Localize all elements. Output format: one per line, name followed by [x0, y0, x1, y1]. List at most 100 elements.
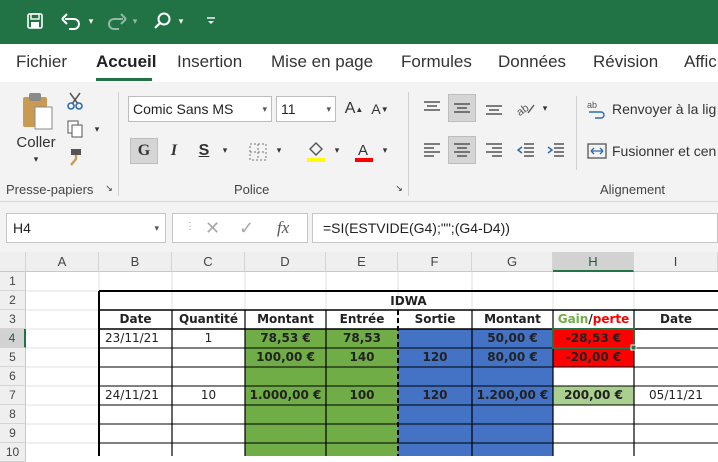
font-size-value: 11: [281, 101, 296, 117]
font-size-select[interactable]: 11 ▾: [276, 96, 336, 122]
group-separator: [408, 92, 409, 196]
merge-center-icon[interactable]: [586, 140, 608, 162]
header-entree[interactable]: Entrée: [326, 310, 398, 329]
align-right-icon[interactable]: [482, 138, 506, 162]
align-top-icon[interactable]: [420, 96, 444, 120]
align-left-icon[interactable]: [420, 138, 444, 162]
cell-h5[interactable]: -20,00 €: [553, 348, 634, 367]
copy-dropdown-icon[interactable]: ▾: [92, 124, 102, 134]
name-box-dropdown-icon[interactable]: ▾: [154, 214, 159, 242]
cell-i7[interactable]: 05/11/21: [634, 386, 718, 405]
grow-font-button[interactable]: A ▲: [344, 98, 364, 120]
bold-button[interactable]: G: [130, 138, 158, 164]
alignment-group-label: Alignement: [600, 182, 666, 197]
undo-dropdown-icon[interactable]: ▾: [86, 9, 96, 33]
header-sortie[interactable]: Sortie: [398, 310, 472, 329]
cell-d7[interactable]: 1.000,00 €: [245, 386, 326, 405]
fill-color-dropdown-icon[interactable]: ▾: [332, 144, 342, 156]
borders-icon[interactable]: [246, 140, 270, 164]
header-date[interactable]: Date: [99, 310, 172, 329]
cell-b7[interactable]: 24/11/21: [99, 386, 172, 405]
fill-color-icon[interactable]: [304, 140, 328, 164]
cell-d4[interactable]: 78,53 €: [245, 329, 326, 348]
cell-h7[interactable]: 200,00 €: [553, 386, 634, 405]
tab-formules[interactable]: Formules: [401, 52, 472, 72]
clipboard-launcher-icon[interactable]: ↘: [104, 183, 114, 193]
wrap-text-icon[interactable]: ab: [586, 98, 608, 120]
font-name-select[interactable]: Comic Sans MS ▾: [128, 96, 272, 122]
tab-insertion[interactable]: Insertion: [177, 52, 242, 72]
cell-i4[interactable]: [634, 329, 718, 348]
paste-button[interactable]: Coller: [12, 132, 60, 152]
font-launcher-icon[interactable]: ↘: [394, 183, 404, 193]
name-box[interactable]: H4 ▾: [6, 213, 166, 243]
font-group-label: Police: [234, 182, 270, 197]
cell-g7[interactable]: 1.200,00 €: [472, 386, 553, 405]
formula-input[interactable]: =SI(ESTVIDE(G4);"";(G4-D4)): [312, 213, 718, 243]
tab-accueil[interactable]: Accueil: [96, 52, 156, 72]
header-date-2[interactable]: Date: [634, 310, 718, 329]
customize-toolbar-icon[interactable]: [204, 9, 218, 33]
align-center-icon[interactable]: [448, 136, 476, 164]
formula-options-icon[interactable]: ⋮: [185, 221, 195, 232]
redo-dropdown-icon[interactable]: ▾: [130, 9, 140, 33]
cell-c4[interactable]: 1: [172, 329, 245, 348]
align-bottom-icon[interactable]: [482, 96, 506, 120]
orientation-icon[interactable]: ab: [514, 96, 538, 120]
insert-function-icon[interactable]: fx: [277, 218, 289, 238]
copy-icon[interactable]: [66, 120, 84, 138]
cell-d5[interactable]: 100,00 €: [245, 348, 326, 367]
save-icon[interactable]: [24, 9, 46, 33]
search-dropdown-icon[interactable]: ▾: [176, 9, 186, 33]
cell-i5[interactable]: [634, 348, 718, 367]
header-montant-2[interactable]: Montant: [472, 310, 553, 329]
format-painter-icon[interactable]: [66, 148, 84, 166]
paste-dropdown-icon[interactable]: ▾: [30, 154, 42, 164]
cell-f4[interactable]: [398, 329, 472, 348]
paste-icon[interactable]: [18, 90, 56, 132]
cell-b4[interactable]: 23/11/21: [99, 329, 172, 348]
shrink-font-label: A: [371, 101, 381, 117]
align-middle-icon[interactable]: [448, 94, 476, 122]
tab-affichage[interactable]: Affic: [684, 52, 717, 72]
header-montant[interactable]: Montant: [245, 310, 326, 329]
header-quantite[interactable]: Quantité: [172, 310, 245, 329]
cell-e4[interactable]: 78,53: [326, 329, 398, 348]
grow-font-icon: ▲: [355, 104, 364, 114]
cell-c7[interactable]: 10: [172, 386, 245, 405]
redo-icon[interactable]: [106, 9, 128, 33]
tab-donnees[interactable]: Données: [498, 52, 566, 72]
search-icon[interactable]: [152, 9, 174, 33]
orientation-dropdown-icon[interactable]: ▾: [540, 102, 550, 114]
cell-g4[interactable]: 50,00 €: [472, 329, 553, 348]
font-color-dropdown-icon[interactable]: ▾: [380, 144, 390, 156]
font-color-icon[interactable]: A: [352, 140, 376, 164]
cell-g5[interactable]: 80,00 €: [472, 348, 553, 367]
tab-revision[interactable]: Révision: [593, 52, 658, 72]
cell-f7[interactable]: 120: [398, 386, 472, 405]
wrap-text-button[interactable]: Renvoyer à la lig: [612, 98, 716, 120]
cut-icon[interactable]: [66, 92, 84, 110]
underline-dropdown-icon[interactable]: ▾: [220, 144, 230, 156]
increase-indent-icon[interactable]: [544, 138, 568, 162]
cell-e5[interactable]: 140: [326, 348, 398, 367]
italic-button[interactable]: I: [162, 138, 186, 164]
table-title[interactable]: IDWA: [99, 292, 718, 310]
underline-button[interactable]: S: [192, 138, 216, 164]
cancel-formula-icon[interactable]: ✕: [205, 218, 220, 239]
undo-icon[interactable]: [60, 9, 82, 33]
cell-c5[interactable]: [172, 348, 245, 367]
cell-h4[interactable]: -28,53 €: [553, 329, 634, 348]
decrease-indent-icon[interactable]: [514, 138, 538, 162]
cell-b5[interactable]: [99, 348, 172, 367]
confirm-formula-icon[interactable]: ✓: [239, 218, 254, 239]
active-tab-indicator: [96, 78, 152, 81]
tab-fichier[interactable]: Fichier: [16, 52, 67, 72]
borders-dropdown-icon[interactable]: ▾: [274, 144, 284, 156]
merge-center-button[interactable]: Fusionner et cen: [612, 140, 716, 162]
shrink-font-button[interactable]: A ▼: [370, 98, 390, 120]
cell-f5[interactable]: 120: [398, 348, 472, 367]
cell-e7[interactable]: 100: [326, 386, 398, 405]
header-gain-perte[interactable]: Gain/perte: [553, 310, 634, 329]
tab-mise-en-page[interactable]: Mise en page: [271, 52, 373, 72]
